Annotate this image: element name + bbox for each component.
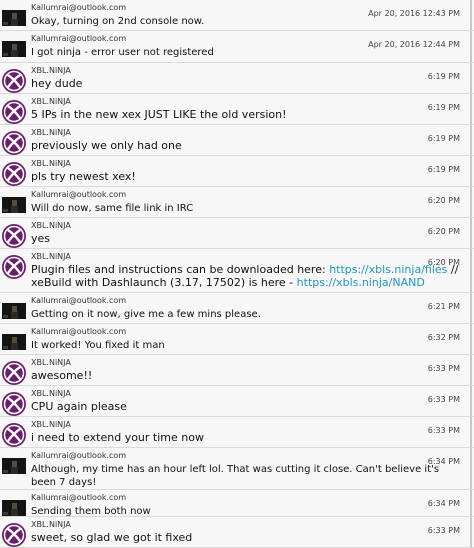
sender-name: XBL.NiNJA: [31, 159, 71, 168]
row-edge: [470, 0, 472, 30]
message-text-part: //: [447, 263, 459, 276]
message-text: i need to extend your time now: [31, 431, 204, 444]
row-edge: [470, 293, 472, 323]
xbox-logo-icon[interactable]: [2, 361, 26, 385]
sender-name: XBL.NiNJA: [31, 358, 71, 367]
sender-name: Kallumrai@outlook.com: [31, 451, 127, 460]
row-edge: [470, 249, 472, 292]
message-text: pls try newest xex!: [31, 170, 136, 183]
row-edge: [470, 187, 472, 217]
message-row: XBL.NiNJA 6:33 PM i need to extend your ti…: [0, 417, 474, 448]
sender-name: Kallumrai@outlook.com: [31, 34, 127, 43]
message-text-part: Plugin files and instructions can be dow…: [31, 263, 330, 276]
message-text: I got ninja - error user not registered: [31, 47, 214, 58]
message-row: XBL.NiNJA 6:33 PM awesome!!: [0, 355, 474, 386]
sender-name: Kallumrai@outlook.com: [31, 296, 127, 305]
message-row: XBL.NiNJA 6:19 PM hey dude: [0, 63, 474, 94]
sender-name: XBL.NiNJA: [31, 97, 71, 106]
message-text: awesome!!: [31, 369, 93, 382]
kallum-avatar-icon[interactable]: [2, 500, 26, 516]
message-row: Kallumrai@outlook.com Apr 20, 2016 12:43 …: [0, 0, 474, 31]
sender-name: XBL.NiNJA: [31, 128, 71, 137]
row-edge: [470, 386, 472, 416]
message-row: Kallumrai@outlook.com Apr 20, 2016 12:44 …: [0, 31, 474, 63]
sender-name: XBL.NiNJA: [31, 520, 71, 529]
xbox-logo-icon[interactable]: [2, 69, 26, 93]
xbox-logo-icon[interactable]: [2, 523, 26, 547]
sender-name: Kallumrai@outlook.com: [31, 493, 127, 502]
message-text: Okay, turning on 2nd console now.: [31, 16, 205, 27]
message-row: Kallumrai@outlook.com 6:21 PM Getting on i…: [0, 293, 474, 324]
sender-name: XBL.NiNJA: [31, 221, 71, 230]
row-edge: [470, 94, 472, 124]
message-text: CPU again please: [31, 400, 127, 413]
message-text-part: xeBuild with Dashlaunch (3.17, 17502) is…: [31, 276, 297, 289]
row-edge: [470, 448, 472, 489]
message-text: Will do now, same file link in IRC: [31, 203, 194, 214]
sender-name: Kallumrai@outlook.com: [31, 190, 127, 199]
chat-log[interactable]: Kallumrai@outlook.com Apr 20, 2016 12:43 …: [0, 0, 474, 548]
message-row: Kallumrai@outlook.com 6:20 PM Will do now,…: [0, 187, 474, 218]
message-row: XBL.NiNJA 6:20 PM Plugin files and instruc…: [0, 249, 474, 293]
kallum-avatar-icon[interactable]: [2, 197, 26, 213]
kallum-avatar-icon[interactable]: [2, 334, 26, 350]
xbox-logo-icon[interactable]: [2, 255, 26, 279]
xbox-logo-icon[interactable]: [2, 392, 26, 416]
row-edge: [470, 156, 472, 186]
message-text: previously we only had one: [31, 139, 182, 152]
message-row: Kallumrai@outlook.com 6:34 PM Although, my…: [0, 448, 474, 490]
row-edge: [470, 125, 472, 155]
message-text: It worked! You fixed it man: [31, 340, 165, 351]
message-row: XBL.NiNJA 6:19 PM pls try newest xex!: [0, 156, 474, 187]
kallum-avatar-icon[interactable]: [2, 458, 26, 474]
sender-name: XBL.NiNJA: [31, 252, 71, 261]
xbox-logo-icon[interactable]: [2, 224, 26, 248]
message-text: 5 IPs in the new xex JUST LIKE the old v…: [31, 108, 287, 121]
row-edge: [470, 517, 472, 547]
message-row: Kallumrai@outlook.com 6:32 PM It worked! Y…: [0, 324, 474, 355]
message-text: yes: [31, 232, 51, 245]
sender-name: XBL.NiNJA: [31, 420, 71, 429]
message-text: sweet, so glad we got it fixed: [31, 531, 193, 544]
row-edge: [470, 355, 472, 385]
kallum-avatar-icon[interactable]: [2, 41, 26, 57]
row-edge: [470, 417, 472, 447]
kallum-avatar-icon[interactable]: [2, 303, 26, 319]
sender-name: XBL.NiNJA: [31, 66, 71, 75]
message-row: Kallumrai@outlook.com 6:34 PM Sending them…: [0, 490, 474, 517]
xbox-logo-icon[interactable]: [2, 162, 26, 186]
message-link[interactable]: https://xbls.ninja/files: [329, 263, 447, 276]
xbox-logo-icon[interactable]: [2, 100, 26, 124]
row-edge: [470, 490, 472, 516]
message-row: XBL.NiNJA 6:19 PM 5 IPs in the new xex JUS…: [0, 94, 474, 125]
message-row: XBL.NiNJA 6:19 PM previously we only had o…: [0, 125, 474, 156]
message-text: Although, my time has an hour left lol. …: [31, 464, 440, 488]
message-text: Getting on it now, give me a few mins pl…: [31, 309, 261, 320]
message-text: Plugin files and instructions can be dow…: [31, 263, 460, 289]
row-edge: [470, 31, 472, 62]
message-link[interactable]: https://xbls.ninja/NAND: [297, 276, 425, 289]
sender-name: XBL.NiNJA: [31, 389, 71, 398]
row-edge: [470, 218, 472, 248]
message-row: XBL.NiNJA 6:33 PM CPU again please: [0, 386, 474, 417]
xbox-logo-icon[interactable]: [2, 423, 26, 447]
message-row: XBL.NiNJA 6:33 PM sweet, so glad we got it…: [0, 517, 474, 548]
sender-name: Kallumrai@outlook.com: [31, 3, 127, 12]
row-edge: [470, 324, 472, 354]
kallum-avatar-icon[interactable]: [2, 10, 26, 26]
xbox-logo-icon[interactable]: [2, 131, 26, 155]
message-text: hey dude: [31, 77, 83, 90]
sender-name: Kallumrai@outlook.com: [31, 327, 127, 336]
row-edge: [470, 63, 472, 93]
message-row: XBL.NiNJA 6:20 PM yes: [0, 218, 474, 249]
